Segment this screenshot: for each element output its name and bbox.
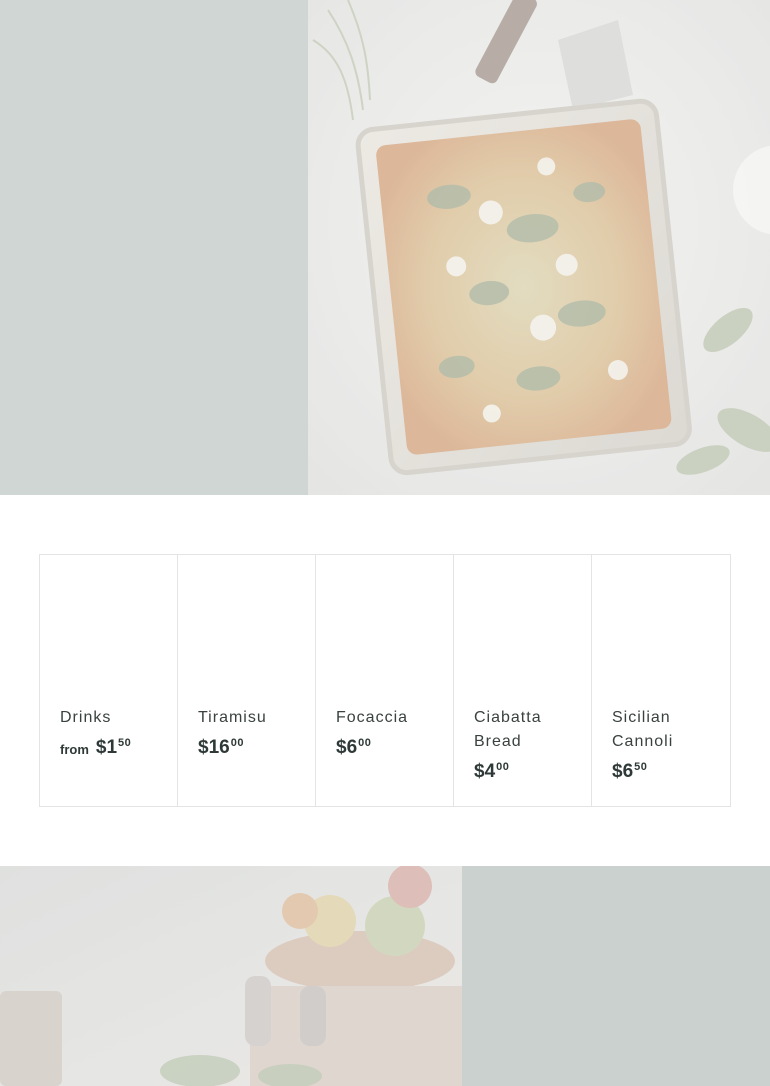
product-info: Sicilian Cannoli $6 50: [612, 706, 716, 781]
price-cents: 00: [230, 737, 244, 749]
price-whole: $6: [336, 737, 358, 758]
price-cents: 50: [634, 761, 648, 773]
product-price: $6 00: [336, 737, 439, 758]
product-card-tiramisu[interactable]: Tiramisu $16 00: [178, 555, 316, 806]
product-price: from $1 50: [60, 737, 163, 758]
hero-banner-bottom: [0, 866, 770, 1086]
product-image: [474, 575, 572, 695]
hero-banner-top: [0, 0, 770, 495]
product-card-sicilian-cannoli[interactable]: Sicilian Cannoli $6 50: [592, 555, 730, 806]
price-whole: $6: [612, 761, 634, 782]
product-title[interactable]: Ciabatta Bread: [474, 706, 577, 754]
product-grid: Drinks from $1 50 Tiramisu $16 00 Focacc…: [39, 554, 731, 807]
product-price: $6 50: [612, 761, 716, 782]
product-card-drinks[interactable]: Drinks from $1 50: [40, 555, 178, 806]
product-info: Ciabatta Bread $4 00: [474, 706, 577, 781]
product-image: [60, 575, 158, 695]
product-price: $16 00: [198, 737, 301, 758]
price-whole: $1: [95, 737, 118, 758]
product-card-focaccia[interactable]: Focaccia $6 00: [316, 555, 454, 806]
product-price: $4 00: [474, 761, 577, 782]
hero-image-kitchen-scene: [0, 866, 462, 1086]
price-cents: 50: [118, 737, 132, 749]
product-title[interactable]: Sicilian Cannoli: [612, 706, 716, 754]
product-title[interactable]: Tiramisu: [198, 706, 301, 730]
product-image: [612, 575, 710, 695]
product-image: [198, 575, 296, 695]
price-cents: 00: [496, 761, 510, 773]
hero-color-panel: [0, 0, 308, 495]
hero-color-panel: [462, 866, 770, 1086]
price-whole: $4: [474, 761, 496, 782]
price-cents: 00: [358, 737, 372, 749]
product-info: Drinks from $1 50: [60, 706, 163, 757]
product-card-ciabatta-bread[interactable]: Ciabatta Bread $4 00: [454, 555, 592, 806]
product-title[interactable]: Focaccia: [336, 706, 439, 730]
hero-image-lasagna-tray: [308, 0, 770, 495]
product-image: [336, 575, 434, 695]
product-title[interactable]: Drinks: [60, 706, 163, 730]
price-prefix: from: [60, 742, 89, 757]
price-whole: $16: [198, 737, 230, 758]
product-info: Focaccia $6 00: [336, 706, 439, 757]
product-info: Tiramisu $16 00: [198, 706, 301, 757]
